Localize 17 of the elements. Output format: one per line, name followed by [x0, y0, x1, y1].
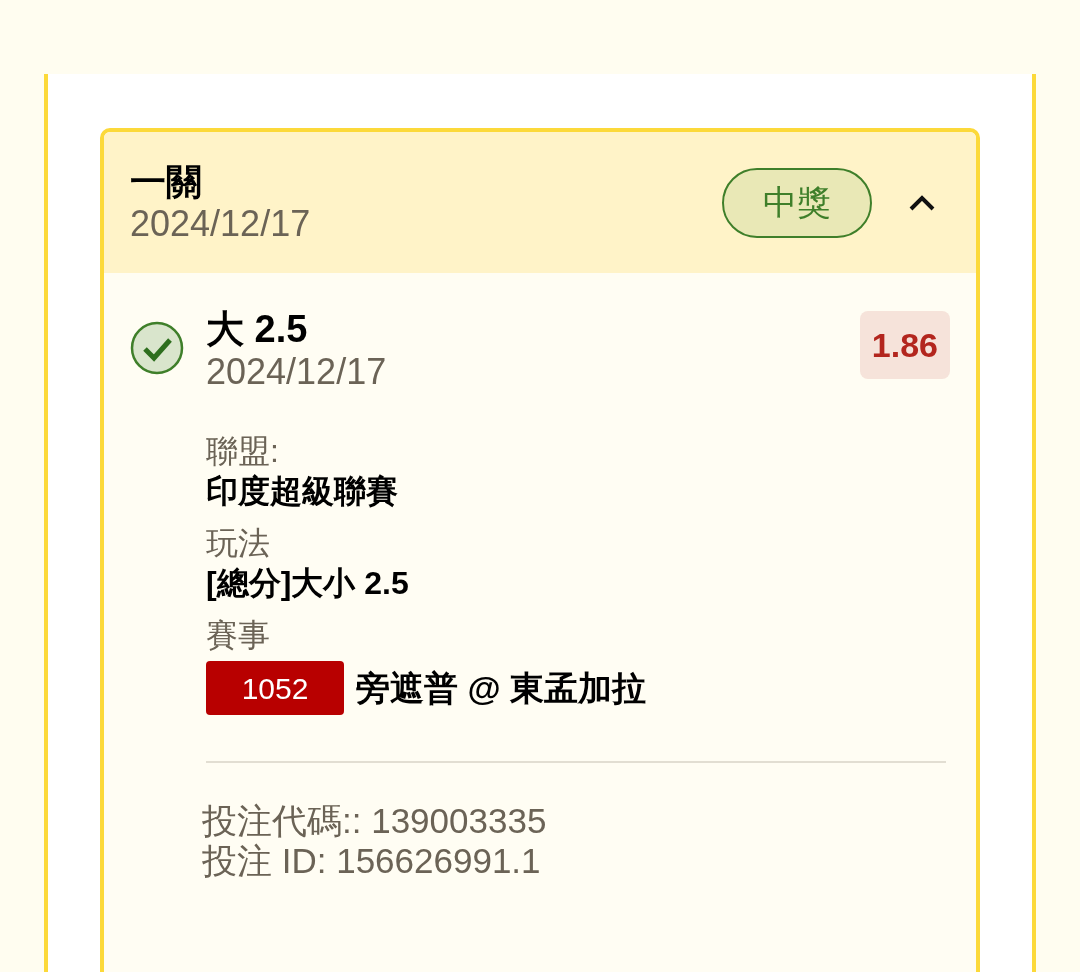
bet-type: 一關 [130, 160, 203, 203]
field-value: 印度超級聯賽 [206, 472, 399, 511]
bet-reference: 投注 ID: 156626991.1 [202, 841, 542, 881]
selection-pick: 大 2.5 [206, 307, 309, 351]
odds-badge: 1.86 [859, 311, 950, 379]
bet-reference: 投注代碼:: 139003335 [202, 801, 548, 841]
chevron-up-icon[interactable] [908, 193, 936, 212]
field-value: [總分]大小 2.5 [206, 564, 410, 603]
field-label: 聯盟: [206, 432, 280, 471]
status-badge: 中獎 [722, 167, 872, 238]
field-label: 賽事 [206, 616, 271, 655]
selection-date: 2024/12/17 [206, 351, 388, 393]
field-label: 玩法 [206, 524, 271, 563]
match-code-badge: 1052 [206, 661, 344, 715]
match-teams: 旁遮普 @ 東孟加拉 [356, 667, 647, 709]
bet-date: 2024/12/17 [130, 202, 312, 245]
card-header[interactable]: 一關 2024/12/17 中獎 [104, 132, 976, 273]
